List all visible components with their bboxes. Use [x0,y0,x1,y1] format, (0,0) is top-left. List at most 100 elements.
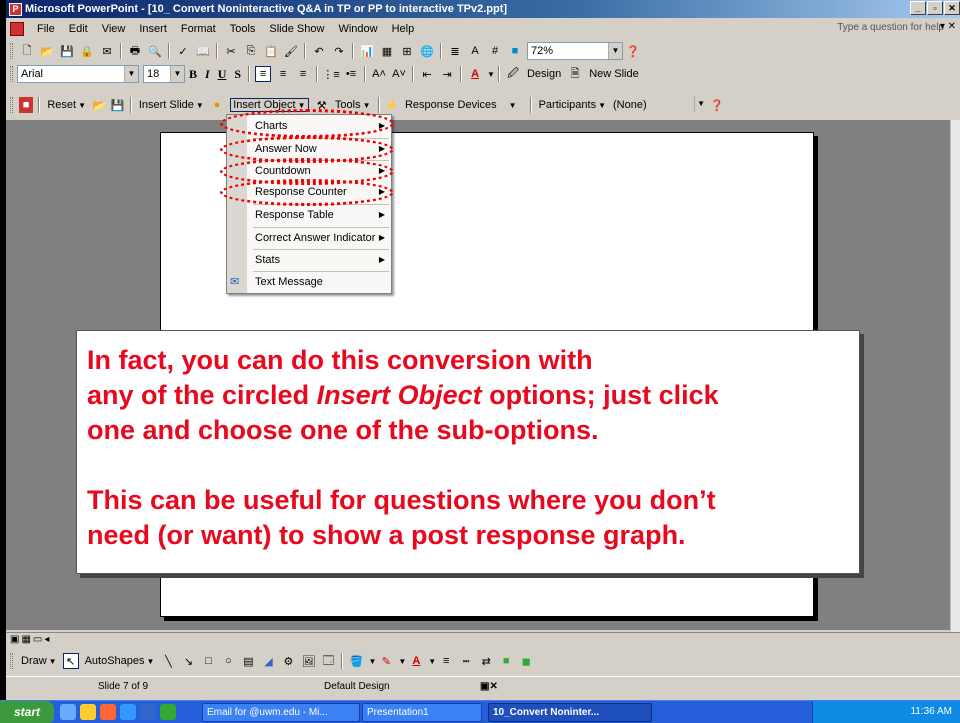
color-grayscale-icon[interactable]: ■ [507,43,523,59]
shadow-style-icon[interactable]: ■ [498,653,514,669]
chevron-down-icon[interactable]: ▼ [124,66,138,82]
close-button[interactable]: ✕ [944,1,960,15]
font-color-icon[interactable]: A [467,66,483,82]
clipart-icon[interactable]: 🖼 [300,653,316,669]
line-icon[interactable]: ╲ [160,653,176,669]
open-icon[interactable]: 📂 [39,43,55,59]
menu-format[interactable]: Format [174,20,223,38]
italic-button[interactable]: I [205,67,210,82]
response-devices-dropdown-icon[interactable]: ▼ [509,101,517,110]
paste-icon[interactable]: 📋 [263,43,279,59]
increase-font-icon[interactable]: A˄ [371,66,387,82]
diagram-icon[interactable]: ⚙ [280,653,296,669]
spelling-icon[interactable]: ✓ [175,43,191,59]
menu-item-stats[interactable]: Stats ▶ [255,250,389,270]
increase-indent-icon[interactable]: ⇥ [439,66,455,82]
participants-button[interactable]: Participants ▼ [539,99,606,111]
minimize-button[interactable]: _ [910,1,926,15]
print-icon[interactable]: 🖶 [127,43,143,59]
task-email[interactable]: Email for @uwm.edu - Mi... [202,703,360,722]
toolbar-grip[interactable] [10,43,13,59]
shadow-button[interactable]: S [234,67,241,82]
vertical-scrollbar[interactable] [950,120,960,632]
wordart-icon[interactable]: ◢ [260,653,276,669]
format-painter-icon[interactable]: 🖌 [283,43,299,59]
menu-item-correct-answer-indicator[interactable]: Correct Answer Indicator ▶ [255,228,389,248]
menu-view[interactable]: View [95,20,133,38]
help-dropdown-icon[interactable]: ▾ ✕ [940,21,956,32]
font-color-icon[interactable]: A [408,653,424,669]
chevron-down-icon[interactable]: ▼ [170,66,184,82]
picture-icon[interactable]: 🗔 [320,653,336,669]
decrease-font-icon[interactable]: A˅ [391,66,407,82]
show-grid-icon[interactable]: # [487,43,503,59]
excel-icon[interactable] [160,704,176,720]
undo-icon[interactable]: ↶ [311,43,327,59]
horizontal-scrollbar[interactable]: ▣▦▭◂ [6,632,960,646]
chevron-down-icon[interactable]: ▼ [398,657,406,666]
menu-item-response-table[interactable]: Response Table ▶ [255,205,389,225]
spelling-status-icon[interactable]: ▣✕ [480,681,498,692]
firefox-icon[interactable] [100,704,116,720]
underline-button[interactable]: U [218,67,227,82]
design-icon[interactable]: 🖉 [505,66,521,82]
help-icon[interactable]: ❓ [625,43,641,59]
insert-slide-button[interactable]: Insert Slide ▼ [139,99,204,111]
3d-style-icon[interactable]: ◼ [518,653,534,669]
print-preview-icon[interactable]: 🔍 [147,43,163,59]
copy-icon[interactable]: ⎘ [243,43,259,59]
fill-color-icon[interactable]: 🪣 [348,653,364,669]
restore-button[interactable]: ▫ [927,1,943,15]
turningpoint-logo-icon[interactable]: ■ [18,97,34,113]
redo-icon[interactable]: ↷ [331,43,347,59]
start-button[interactable]: start [0,701,54,723]
powerpoint-app-icon[interactable]: P [9,2,22,16]
font-combo[interactable]: Arial ▼ [17,65,139,83]
autoshapes-button[interactable]: AutoShapes ▼ [85,655,155,667]
help-icon[interactable]: ❓ [710,97,724,113]
document-icon[interactable] [10,22,24,36]
reset-button[interactable]: Reset ▼ [47,99,86,111]
clock[interactable]: 11:36 AM [910,706,952,717]
cut-icon[interactable]: ✂ [223,43,239,59]
decrease-indent-icon[interactable]: ⇤ [419,66,435,82]
draw-menu-button[interactable]: Draw ▼ [21,655,57,667]
chevron-down-icon[interactable]: ▼ [368,657,376,666]
new-slide-icon[interactable]: 🗎 [567,66,583,82]
insert-hyperlink-icon[interactable]: 🌐 [419,43,435,59]
dash-style-icon[interactable]: ┅ [458,653,474,669]
research-icon[interactable]: 📖 [195,43,211,59]
textbox-icon[interactable]: ▤ [240,653,256,669]
numbering-icon[interactable]: ⋮≡ [322,66,339,82]
menu-window[interactable]: Window [331,20,384,38]
lightning-icon[interactable]: ⚡ [385,97,399,113]
help-search-input[interactable]: Type a question for help [837,22,944,33]
toolbar-grip[interactable] [10,653,13,669]
expand-all-icon[interactable]: ≣ [447,43,463,59]
rectangle-icon[interactable]: □ [200,653,216,669]
open-session-icon[interactable]: 📂 [92,97,106,113]
align-left-icon[interactable]: ≡ [255,66,272,82]
menu-file[interactable]: File [30,20,62,38]
oval-icon[interactable]: ○ [220,653,236,669]
menu-insert[interactable]: Insert [132,20,174,38]
insert-table-icon[interactable]: ▦ [379,43,395,59]
toolbar-grip[interactable] [10,66,13,82]
folder-icon[interactable] [80,704,96,720]
email-icon[interactable]: ✉ [99,43,115,59]
word-icon[interactable] [140,704,156,720]
show-formatting-icon[interactable]: A [467,43,483,59]
chevron-down-icon[interactable]: ▼ [428,657,436,666]
tables-borders-icon[interactable]: ⊞ [399,43,415,59]
zoom-combo[interactable]: 72% ▼ [527,42,623,60]
browser-icon[interactable] [120,704,136,720]
toolbar-grip[interactable] [10,97,13,113]
bold-button[interactable]: B [189,67,197,82]
menu-item-text-message[interactable]: Text Message [255,272,389,292]
chevron-down-icon[interactable]: ▼ [608,43,622,59]
new-slide-button[interactable]: New Slide [589,68,639,80]
chevron-down-icon[interactable]: ▼ [693,96,708,112]
font-size-combo[interactable]: 18 ▼ [143,65,185,83]
align-center-icon[interactable]: ≡ [275,66,291,82]
line-style-icon[interactable]: ≡ [438,653,454,669]
